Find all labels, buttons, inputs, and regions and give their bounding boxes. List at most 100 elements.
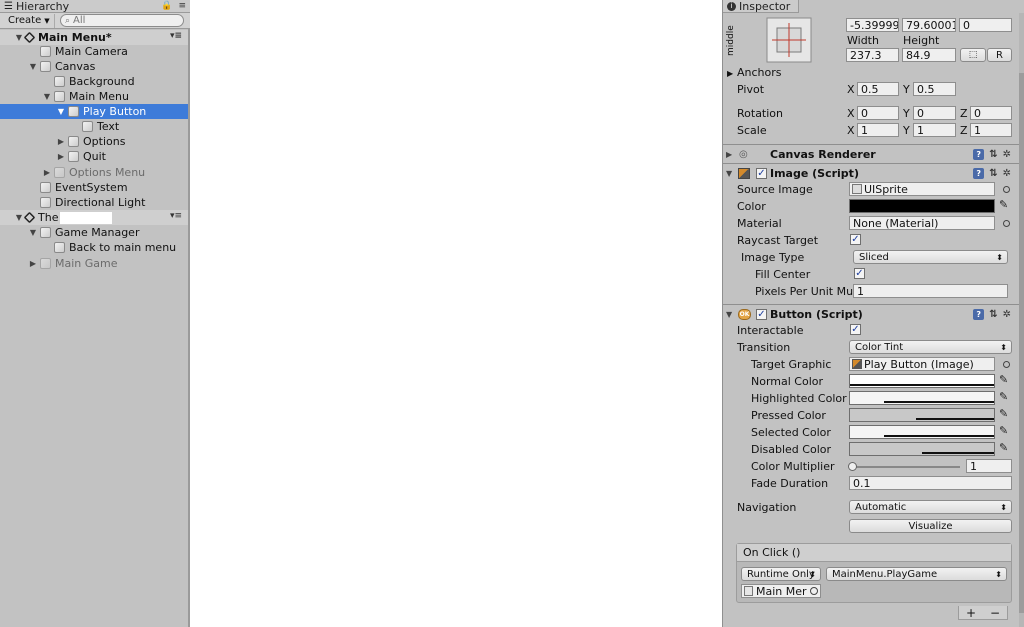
- help-icon[interactable]: ?: [973, 168, 985, 179]
- eyedropper-icon[interactable]: ✎: [999, 198, 1008, 211]
- inspector-scrollbar[interactable]: [1019, 13, 1024, 627]
- list-item[interactable]: ▼ Game Manager: [0, 225, 188, 240]
- scene-viewport[interactable]: [192, 0, 722, 627]
- raw-edit-button[interactable]: R: [987, 48, 1012, 62]
- event-object-field[interactable]: Main Mer: [741, 584, 821, 598]
- gear-icon[interactable]: ✲: [1003, 309, 1011, 320]
- pos-y-field[interactable]: 79.60001: [902, 18, 956, 32]
- create-button[interactable]: Create ▼: [4, 13, 55, 28]
- preset-icon[interactable]: ⇅: [989, 168, 997, 179]
- object-picker-icon[interactable]: [1003, 186, 1010, 193]
- list-item[interactable]: Directional Light: [0, 195, 188, 210]
- list-item[interactable]: ▼ Main Menu: [0, 89, 188, 104]
- pressed-color-swatch[interactable]: [849, 408, 995, 422]
- pos-x-field[interactable]: -5.39999: [846, 18, 899, 32]
- expand-arrow-icon[interactable]: ▶: [56, 137, 66, 146]
- width-field[interactable]: 237.3: [846, 48, 899, 62]
- collapse-arrow-icon[interactable]: ▼: [726, 310, 732, 319]
- eyedropper-icon[interactable]: ✎: [999, 373, 1008, 386]
- hierarchy-tab[interactable]: ☰ Hierarchy 🔒 ≡: [0, 0, 190, 13]
- scene-menu-icon[interactable]: ▾≡: [170, 31, 182, 41]
- scale-x-field[interactable]: 1: [857, 123, 899, 137]
- collapse-arrow-icon[interactable]: ▶: [726, 150, 732, 159]
- preset-icon[interactable]: ⇅: [989, 309, 997, 320]
- object-picker-icon[interactable]: [1003, 220, 1010, 227]
- expand-arrow-icon[interactable]: ▼: [14, 33, 24, 42]
- color-multiplier-slider[interactable]: [852, 466, 960, 468]
- normal-color-swatch[interactable]: [849, 374, 995, 388]
- pos-z-field[interactable]: 0: [959, 18, 1012, 32]
- list-item[interactable]: ▶ Quit: [0, 149, 188, 164]
- list-item[interactable]: ▼ Canvas: [0, 59, 188, 74]
- expand-arrow-icon[interactable]: ▼: [28, 62, 38, 71]
- image-enabled-checkbox[interactable]: ✓: [756, 168, 767, 179]
- height-field[interactable]: 84.9: [902, 48, 956, 62]
- list-item[interactable]: Back to main menu: [0, 240, 188, 255]
- expand-arrow-icon[interactable]: ▼: [14, 213, 24, 222]
- interactable-checkbox[interactable]: ✓: [850, 324, 861, 335]
- eyedropper-icon[interactable]: ✎: [999, 424, 1008, 437]
- image-color-swatch[interactable]: [849, 199, 995, 213]
- expand-arrow-icon[interactable]: ▼: [42, 92, 52, 101]
- transition-dropdown[interactable]: Color Tint ⬍: [849, 340, 1012, 354]
- image-script-header[interactable]: ▼ ✓ Image (Script) ? ⇅ ✲: [722, 165, 1019, 182]
- gear-icon[interactable]: ✲: [1003, 168, 1011, 179]
- eyedropper-icon[interactable]: ✎: [999, 390, 1008, 403]
- panel-menu-icon[interactable]: ≡: [178, 1, 186, 11]
- lock-icon[interactable]: 🔒: [161, 1, 172, 11]
- remove-event-button[interactable]: −: [990, 606, 1000, 620]
- function-dropdown[interactable]: MainMenu.PlayGame ⬍: [826, 567, 1007, 581]
- highlighted-color-swatch[interactable]: [849, 391, 995, 405]
- list-item[interactable]: Background: [0, 74, 188, 89]
- scene-row-main-menu[interactable]: ▼ Main Menu* ▾≡: [0, 30, 188, 45]
- hierarchy-search-input[interactable]: ⌕ All: [60, 14, 184, 27]
- expand-arrow-icon[interactable]: ▼: [28, 228, 38, 237]
- expand-arrow-icon[interactable]: ▶: [28, 259, 38, 268]
- blueprint-mode-button[interactable]: ⬚: [960, 48, 986, 62]
- list-item[interactable]: ▶ Options Menu: [0, 165, 188, 180]
- list-item[interactable]: Text: [0, 119, 188, 134]
- list-item[interactable]: ▶ Options: [0, 134, 188, 149]
- scrollbar-thumb[interactable]: [1019, 73, 1024, 613]
- rotation-y-field[interactable]: 0: [913, 106, 956, 120]
- list-item[interactable]: Main Camera: [0, 44, 188, 59]
- anchor-preset-button[interactable]: [766, 17, 812, 63]
- runtime-dropdown[interactable]: Runtime Only ⬍: [741, 567, 821, 581]
- fill-center-checkbox[interactable]: ✓: [854, 268, 865, 279]
- anchors-arrow-icon[interactable]: ▶: [727, 66, 733, 79]
- object-picker-icon[interactable]: [810, 587, 818, 595]
- inspector-tab[interactable]: i Inspector: [723, 0, 799, 13]
- material-field[interactable]: None (Material): [849, 216, 995, 230]
- rotation-x-field[interactable]: 0: [857, 106, 899, 120]
- scale-z-field[interactable]: 1: [970, 123, 1012, 137]
- preset-icon[interactable]: ⇅: [989, 149, 997, 160]
- list-item[interactable]: EventSystem: [0, 180, 188, 195]
- visualize-button[interactable]: Visualize: [849, 519, 1012, 533]
- anchors-label[interactable]: Anchors: [737, 66, 782, 79]
- object-picker-icon[interactable]: [1003, 361, 1010, 368]
- ppu-field[interactable]: 1: [853, 284, 1008, 298]
- help-icon[interactable]: ?: [973, 309, 985, 320]
- eyedropper-icon[interactable]: ✎: [999, 441, 1008, 454]
- navigation-dropdown[interactable]: Automatic ⬍: [849, 500, 1012, 514]
- scene-row-second[interactable]: ▼ The ▾≡: [0, 210, 188, 225]
- list-item[interactable]: ▶ Main Game: [0, 256, 188, 271]
- gear-icon[interactable]: ✲: [1003, 149, 1011, 160]
- disabled-color-swatch[interactable]: [849, 442, 995, 456]
- button-enabled-checkbox[interactable]: ✓: [756, 309, 767, 320]
- list-item-selected[interactable]: ▼ Play Button: [0, 104, 188, 119]
- add-event-button[interactable]: +: [966, 606, 976, 620]
- expand-arrow-icon[interactable]: ▶: [56, 152, 66, 161]
- collapse-arrow-icon[interactable]: ▼: [726, 169, 732, 178]
- source-image-field[interactable]: UISprite: [849, 182, 995, 196]
- selected-color-swatch[interactable]: [849, 425, 995, 439]
- color-multiplier-field[interactable]: 1: [966, 459, 1012, 473]
- rotation-z-field[interactable]: 0: [970, 106, 1012, 120]
- expand-arrow-icon[interactable]: ▼: [56, 107, 66, 116]
- expand-arrow-icon[interactable]: ▶: [42, 168, 52, 177]
- scale-y-field[interactable]: 1: [913, 123, 956, 137]
- canvas-renderer-header[interactable]: ▶ ◎ Canvas Renderer ? ⇅ ✲: [722, 146, 1019, 163]
- scene-menu-icon[interactable]: ▾≡: [170, 211, 182, 221]
- eyedropper-icon[interactable]: ✎: [999, 407, 1008, 420]
- raycast-target-checkbox[interactable]: ✓: [850, 234, 861, 245]
